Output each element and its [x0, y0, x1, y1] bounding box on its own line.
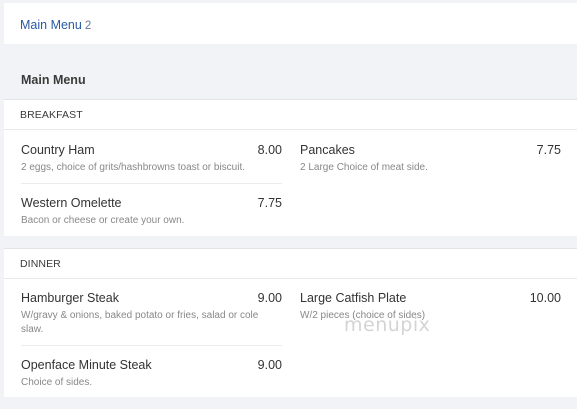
item-description-line2: slaw.: [21, 324, 44, 335]
item-description: 2 eggs, choice of grits/hashbrowns toast…: [21, 162, 246, 173]
menu-item-pancakes: Pancakes 7.75 2 Large Choice of meat sid…: [300, 143, 561, 179]
item-price: 9.00: [257, 358, 282, 372]
menu-item-large-catfish-plate: Large Catfish Plate 10.00 W/2 pieces (ch…: [300, 291, 561, 327]
item-name: Openface Minute Steak: [21, 358, 152, 372]
main-menu-link-label[interactable]: Main Menu: [20, 18, 82, 32]
item-divider: [21, 183, 282, 184]
item-description: Bacon or cheese or create your own.: [21, 215, 185, 226]
section-header-dinner: DINNER: [4, 249, 577, 279]
item-price: 9.00: [257, 291, 282, 305]
menu-item-hamburger-steak: Hamburger Steak 9.00 W/gravy & onions, b…: [21, 291, 282, 343]
item-name: Pancakes: [300, 143, 355, 157]
item-description: Choice of sides.: [21, 377, 93, 388]
item-description: W/gravy & onions, baked potato or fries,…: [21, 309, 258, 337]
item-description: 2 Large Choice of meat side.: [300, 162, 428, 173]
section-breakfast: BREAKFAST Country Ham 8.00 2 eggs, choic…: [4, 99, 577, 236]
item-price: 10.00: [529, 291, 561, 305]
item-name: Hamburger Steak: [21, 291, 119, 305]
menu-item-country-ham: Country Ham 8.00 2 eggs, choice of grits…: [21, 143, 282, 179]
item-description-line1: W/gravy & onions, baked potato or fries,…: [21, 310, 259, 321]
menu-title: Main Menu: [21, 73, 86, 87]
item-name: Country Ham: [21, 143, 95, 157]
section-dinner: DINNER Hamburger Steak 9.00 W/gravy & on…: [4, 248, 577, 397]
menu-item-western-omelette: Western Omelette 7.75 Bacon or cheese or…: [21, 196, 282, 232]
item-price: 7.75: [257, 196, 282, 210]
menu-count: 2: [84, 20, 92, 32]
item-price: 8.00: [257, 143, 282, 157]
item-name: Large Catfish Plate: [300, 291, 407, 305]
main-menu-link[interactable]: Main Menu 2: [20, 18, 91, 32]
menu-item-openface-minute-steak: Openface Minute Steak 9.00 Choice of sid…: [21, 358, 282, 394]
item-name: Western Omelette: [21, 196, 122, 210]
menu-selector-card: Main Menu 2: [4, 3, 577, 44]
item-price: 7.75: [536, 143, 561, 157]
section-header-breakfast: BREAKFAST: [4, 100, 577, 130]
item-divider: [21, 345, 282, 346]
menupix-watermark: menupix: [344, 314, 431, 336]
